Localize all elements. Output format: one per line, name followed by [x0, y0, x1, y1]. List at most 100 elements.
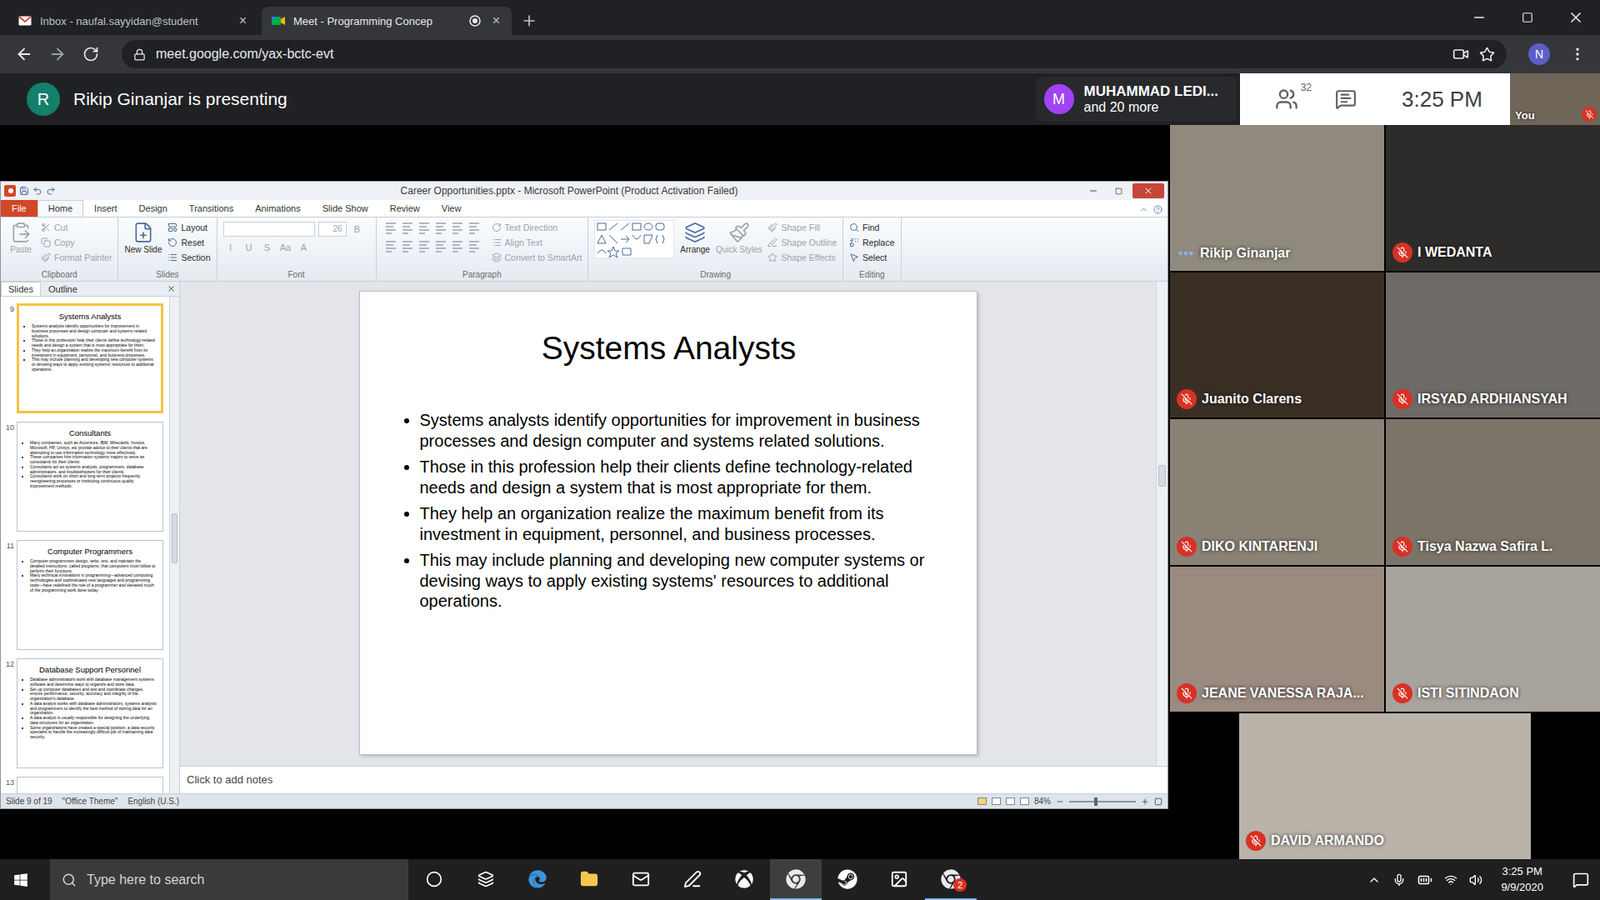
ribbon-large-button[interactable]: New Slide [124, 220, 162, 255]
ribbon-small-button[interactable]: Replace [849, 235, 895, 250]
ribbon-large-button[interactable]: Arrange [680, 220, 710, 255]
ribbon-small-button[interactable]: Select [849, 250, 895, 265]
undo-button[interactable] [32, 185, 43, 196]
collapse-ribbon-icon[interactable] [1139, 205, 1149, 215]
slide-scrollbar[interactable] [1155, 281, 1168, 766]
taskbar-app[interactable] [770, 859, 822, 900]
camera-icon[interactable] [1452, 45, 1470, 63]
ribbon-small-button[interactable]: Copy [40, 235, 112, 250]
panel-close-button[interactable] [166, 284, 180, 294]
ribbon-tab[interactable]: Transitions [178, 200, 245, 217]
font-name-field[interactable] [223, 221, 315, 237]
participant-tile[interactable]: DIKO KINTARENJI [1170, 419, 1385, 565]
browser-tab[interactable]: Meet - Programming Concep× [261, 6, 512, 35]
ribbon-small-button[interactable]: Find [849, 220, 895, 235]
thumbnail-row[interactable]: 11Computer ProgrammersComputer programme… [2, 540, 170, 650]
ribbon-large-button[interactable]: Quick Styles [715, 220, 763, 255]
new-tab-button[interactable] [515, 6, 544, 35]
tab-close-button[interactable]: × [235, 13, 250, 29]
ribbon-tab[interactable]: Animations [244, 200, 311, 217]
thumbnail-row[interactable]: 10ConsultantsMany companies, such as Acc… [2, 421, 170, 532]
ribbon-small-button[interactable]: Cut [40, 220, 112, 235]
slide-thumbnail[interactable]: Computer ProgrammersComputer programmers… [16, 540, 164, 650]
restore-button[interactable] [1503, 0, 1552, 35]
ribbon-small-button[interactable]: Shape Outline [767, 235, 837, 250]
ribbon-large-button[interactable]: Paste [6, 220, 35, 255]
taskbar-app[interactable] [615, 859, 667, 900]
taskbar-app[interactable] [408, 859, 460, 900]
profile-avatar[interactable]: N [1528, 43, 1550, 65]
thumbnail-row[interactable]: 12Database Support PersonnelDatabase adm… [2, 658, 170, 769]
zoom-slider-thumb[interactable] [1094, 797, 1098, 806]
pp-close-button[interactable] [1132, 183, 1165, 199]
ribbon-small-button[interactable]: Shape Fill [767, 220, 837, 235]
minimize-button[interactable] [1455, 0, 1504, 35]
address-bar[interactable]: meet.google.com/yax-bctc-evt [121, 40, 1507, 69]
participant-tile[interactable]: IRSYAD ARDHIANSYAH [1385, 272, 1600, 419]
wifi-icon[interactable] [1444, 873, 1458, 887]
pp-restore-button[interactable] [1107, 183, 1130, 199]
close-button[interactable] [1551, 0, 1600, 35]
taskbar-app[interactable] [873, 859, 925, 900]
participants-chip[interactable]: MMUHAMMAD LEDI...and 20 more [1035, 76, 1237, 122]
participant-tile[interactable]: Juanito Clarens [1170, 272, 1385, 419]
battery-icon[interactable] [1417, 872, 1433, 888]
pp-minimize-button[interactable] [1082, 183, 1105, 199]
font-format-button[interactable]: A [296, 240, 312, 255]
fit-to-window-icon[interactable] [1154, 797, 1163, 806]
slide-thumbnail[interactable]: Systems AnalystsSystems analysts identif… [16, 303, 164, 414]
font-format-button[interactable]: B [350, 221, 365, 237]
browser-menu-button[interactable] [1563, 40, 1592, 69]
taskbar-search[interactable]: Type here to search [50, 859, 409, 900]
font-format-button[interactable]: S [260, 240, 275, 255]
tab-close-button[interactable]: × [489, 13, 504, 29]
font-format-button[interactable]: U [241, 240, 257, 255]
ribbon-small-button[interactable]: Shape Effects [767, 250, 837, 265]
slideshow-view-button[interactable] [1020, 797, 1030, 805]
scrollbar-thumb[interactable] [171, 513, 179, 564]
slide-title[interactable]: Systems Analysts [400, 328, 939, 369]
ribbon-small-button[interactable]: Format Painter [40, 250, 112, 265]
bookmark-star-icon[interactable] [1479, 46, 1495, 63]
taskbar-app[interactable] [718, 859, 770, 900]
font-format-button[interactable]: Aa [278, 240, 294, 255]
notifications-button[interactable] [1561, 871, 1600, 889]
normal-view-button[interactable] [977, 797, 987, 805]
participant-tile[interactable]: ISTI SITINDAON [1385, 566, 1600, 713]
ribbon-tab[interactable]: Review [379, 200, 431, 217]
zoom-in-icon[interactable] [1140, 797, 1150, 806]
redo-button[interactable] [45, 185, 56, 196]
ribbon-tab[interactable]: View [430, 200, 473, 217]
ribbon-tab[interactable]: Design [128, 200, 179, 217]
scrollbar-thumb[interactable] [1158, 465, 1166, 487]
ribbon-tab[interactable]: File [0, 200, 38, 217]
participant-tile[interactable]: JEANE VANESSA RAJA... [1170, 566, 1385, 713]
zoom-out-icon[interactable] [1055, 797, 1065, 806]
slide-bullets[interactable]: Systems analysts identify opportunities … [400, 410, 939, 612]
hidden-icons-icon[interactable] [1367, 873, 1381, 887]
ribbon-small-button[interactable]: Reset [167, 235, 210, 250]
ribbon-small-button[interactable]: Align Text [491, 235, 583, 250]
browser-tab[interactable]: Inbox - naufal.sayyidan@student× [8, 6, 259, 35]
participant-tile[interactable]: I WEDANTA [1385, 125, 1600, 271]
participant-tile[interactable]: Tisya Nazwa Safira L. [1385, 419, 1600, 565]
ribbon-tab[interactable]: Insert [83, 200, 129, 217]
panel-scrollbar[interactable] [169, 296, 180, 794]
ribbon-small-button[interactable]: Layout [167, 220, 210, 235]
forward-button[interactable] [43, 40, 72, 69]
taskbar-app[interactable] [511, 859, 564, 900]
taskbar-app[interactable]: 2 [925, 859, 977, 900]
participant-tile[interactable]: DAVID ARMANDO [1239, 713, 1531, 860]
panel-tab[interactable]: Slides [0, 281, 41, 296]
taskbar-app[interactable] [460, 859, 512, 900]
zoom-slider[interactable] [1069, 800, 1136, 803]
ribbon-tab[interactable]: Slide Show [311, 200, 380, 217]
slide[interactable]: Systems Analysts Systems analysts identif… [360, 291, 977, 755]
chat-button[interactable] [1335, 88, 1357, 110]
ribbon-small-button[interactable]: Section [167, 250, 210, 265]
panel-tab[interactable]: Outline [40, 281, 85, 296]
taskbar-app[interactable] [821, 859, 874, 900]
people-button[interactable]: 32 [1275, 87, 1299, 111]
participant-tile[interactable]: Rikip Ginanjar [1170, 125, 1385, 271]
save-button[interactable] [19, 185, 30, 196]
